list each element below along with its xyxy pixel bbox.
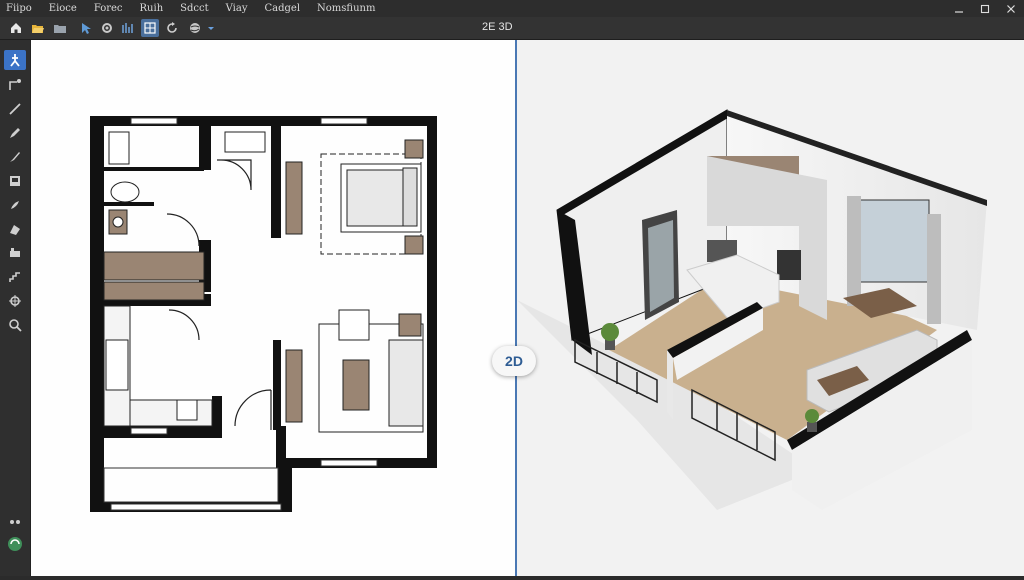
dropdown-icon	[208, 27, 214, 30]
view-2d-badge[interactable]: 2D	[492, 346, 536, 376]
pan-icon	[9, 295, 21, 307]
maximize-icon	[980, 4, 990, 13]
grid-icon	[144, 22, 156, 34]
door-icon	[10, 176, 20, 186]
bedroom-furniture	[285, 139, 424, 255]
camera-icon	[8, 537, 22, 551]
measure-tool-button[interactable]	[4, 219, 26, 239]
paint-icon	[11, 201, 19, 209]
open-folder-icon	[32, 25, 44, 33]
wall-tool-icon	[9, 79, 21, 90]
close-button[interactable]	[998, 0, 1024, 17]
pan-tool-button[interactable]	[4, 291, 26, 311]
bathroom-fixtures	[108, 131, 266, 235]
wall-tool-button[interactable]	[4, 75, 26, 95]
menu-catalog[interactable]: Cadgel	[259, 3, 300, 14]
zoom-icon	[9, 319, 22, 332]
stairs-icon	[9, 272, 20, 282]
globe-button[interactable]	[186, 19, 204, 37]
plan-3d-view[interactable]	[517, 40, 1024, 576]
door-tool-button[interactable]	[4, 171, 26, 191]
line-tool-icon	[9, 103, 21, 115]
minimize-icon	[955, 10, 963, 13]
main-toolbar: 2E 3D	[0, 17, 1024, 40]
menu-bar: Fiipo Eioce Forec Ruih Sdcct Viay Cadgel…	[0, 0, 1024, 17]
open-button[interactable]	[29, 19, 47, 37]
settings-button[interactable]	[98, 19, 116, 37]
select-icon	[10, 54, 20, 67]
menu-select[interactable]: Sdcct	[175, 3, 208, 14]
floor-plan-drawing	[90, 116, 437, 512]
menu-file[interactable]: Fiipo	[0, 3, 32, 14]
camera-button[interactable]	[4, 534, 26, 554]
layers-icon	[10, 520, 20, 524]
globe-icon	[190, 23, 200, 33]
stairs-tool-button[interactable]	[4, 267, 26, 287]
select-tool-button[interactable]	[4, 50, 26, 70]
line-tool-button[interactable]	[4, 99, 26, 119]
home-button[interactable]	[7, 19, 25, 37]
layers-button[interactable]	[4, 512, 26, 532]
grid-button[interactable]	[141, 19, 159, 37]
isometric-render	[517, 109, 987, 510]
folder-button[interactable]	[51, 19, 69, 37]
home-icon	[11, 23, 21, 33]
pointer-button[interactable]	[77, 19, 95, 37]
folder-icon	[54, 25, 66, 33]
snap-button[interactable]	[119, 19, 137, 37]
maximize-button[interactable]	[972, 0, 998, 17]
brush-icon	[10, 152, 20, 162]
pointer-icon	[82, 23, 91, 34]
menu-edit[interactable]: Eioce	[44, 3, 77, 14]
plan-2d-view[interactable]	[31, 40, 515, 576]
rotate-button[interactable]	[163, 19, 181, 37]
dropdown-button[interactable]	[205, 19, 217, 37]
window-3d	[856, 199, 930, 283]
brush-tool-button[interactable]	[4, 147, 26, 167]
minimize-button[interactable]	[946, 0, 972, 17]
left-toolbar	[0, 40, 31, 576]
closet-storage	[103, 281, 205, 301]
menu-format[interactable]: Forec	[89, 3, 123, 14]
living-room-furniture	[285, 309, 424, 433]
settings-icon	[102, 23, 112, 33]
plant-right	[805, 409, 819, 432]
view-mode-label[interactable]: 2E 3D	[482, 21, 513, 33]
measure-icon	[10, 225, 20, 235]
closet-shelf	[103, 251, 205, 281]
menu-build[interactable]: Ruih	[135, 3, 164, 14]
pencil-tool-button[interactable]	[4, 123, 26, 143]
oven	[777, 250, 801, 280]
pencil-icon	[10, 128, 20, 138]
paint-tool-button[interactable]	[4, 195, 26, 215]
window-controls	[946, 0, 1024, 17]
menu-more[interactable]: Nomsfiunm	[312, 3, 375, 14]
rotate-icon	[167, 22, 177, 33]
furniture-tool-button[interactable]	[4, 243, 26, 263]
kitchen-counter	[103, 305, 213, 427]
plan-windows	[110, 117, 378, 511]
zoom-tool-button[interactable]	[4, 315, 26, 335]
close-icon	[1007, 4, 1015, 13]
furniture-icon	[10, 248, 20, 257]
menu-view[interactable]: Viay	[221, 3, 248, 14]
snap-icon	[122, 23, 133, 33]
balcony-area	[103, 467, 279, 503]
